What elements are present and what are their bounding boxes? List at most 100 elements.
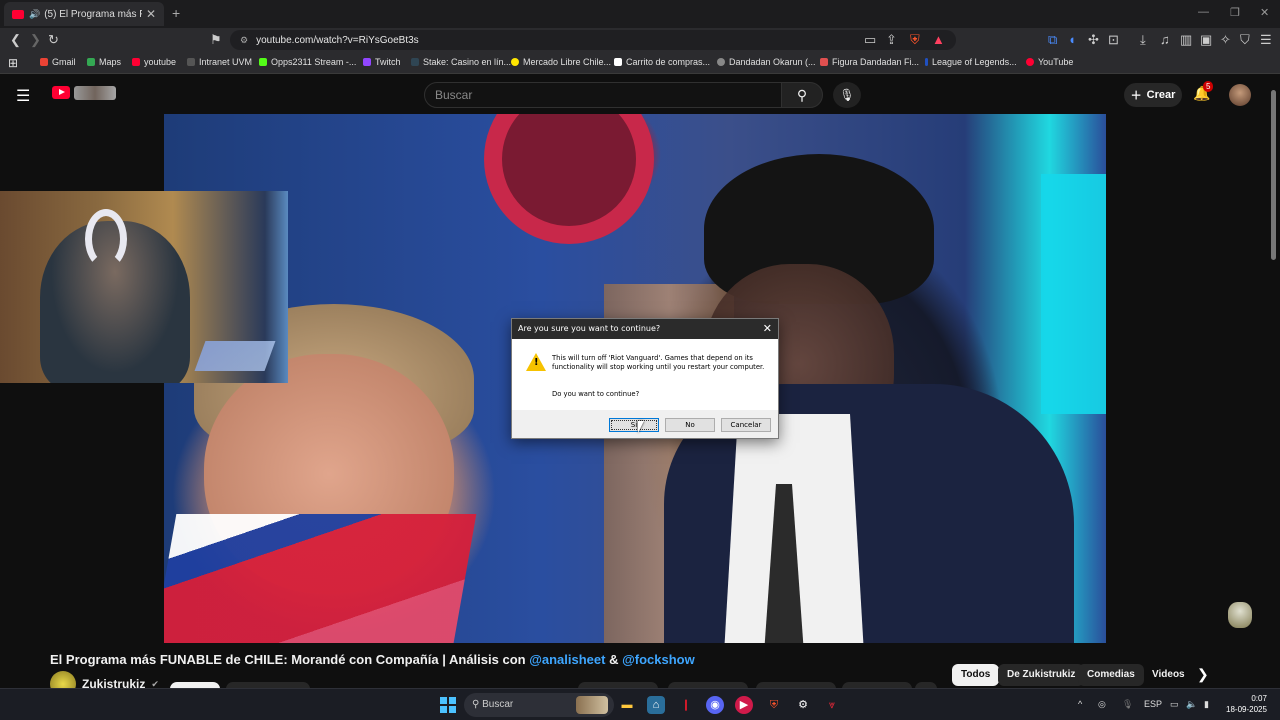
- speaker-icon[interactable]: 🔊: [29, 9, 40, 20]
- taskbar-search[interactable]: ⚲ Buscar: [464, 693, 614, 717]
- doodle-logo-art[interactable]: [74, 86, 116, 100]
- bookmark-youtube-2[interactable]: YouTube: [1026, 57, 1073, 67]
- youtube-header: ☰ Buscar ⚲ 🎙 ＋ Crear 🔔 5: [0, 75, 1280, 115]
- page-scrollbar[interactable]: [1271, 90, 1276, 260]
- dialog-question: Do you want to continue?: [552, 390, 640, 398]
- mention-link-analisheet[interactable]: @analisheet: [529, 652, 605, 667]
- sidebar-icon[interactable]: ▥: [1180, 32, 1192, 48]
- bookmark-mercadolibre[interactable]: Mercado Libre Chile...: [511, 57, 611, 67]
- brave-icon[interactable]: ⛨: [765, 696, 783, 714]
- brave-shield-icon[interactable]: ⛨: [910, 32, 920, 48]
- bookmark-youtube[interactable]: youtube: [132, 57, 176, 67]
- search-input[interactable]: Buscar: [424, 82, 782, 108]
- tray-overflow-icon[interactable]: ^: [1078, 699, 1082, 709]
- translate-icon[interactable]: ⧉: [1048, 32, 1057, 48]
- wallet-icon[interactable]: ▣: [1200, 32, 1212, 48]
- close-tab-icon[interactable]: ✕: [146, 7, 156, 21]
- search-icon[interactable]: ⚲: [781, 82, 823, 108]
- video-frame-sign: [484, 114, 654, 244]
- store-icon[interactable]: ⌂: [647, 696, 665, 714]
- discord-icon[interactable]: ◉: [706, 696, 724, 714]
- bookmark-twitch[interactable]: Twitch: [363, 57, 401, 67]
- chevron-right-icon[interactable]: ❯: [1197, 666, 1209, 683]
- video-title-amp: &: [605, 652, 623, 667]
- guide-menu-icon[interactable]: ☰: [16, 86, 30, 106]
- clock[interactable]: 0:07 18-09-2025: [1226, 693, 1267, 715]
- bookmark-icon[interactable]: ⚑: [210, 32, 222, 48]
- network-icon[interactable]: ▭: [1170, 699, 1179, 710]
- app-red-icon[interactable]: ❙: [677, 696, 695, 714]
- settings-icon[interactable]: ⚙: [794, 696, 812, 714]
- bookmark-dandadan[interactable]: Dandadan Okarun (...: [717, 57, 816, 67]
- back-icon[interactable]: ❮: [10, 32, 21, 48]
- address-bar[interactable]: ⚙ youtube.com/watch?v=RiYsGoeBt3s: [230, 30, 956, 50]
- forward-icon[interactable]: ❯: [30, 32, 41, 48]
- avatar[interactable]: [1229, 84, 1251, 106]
- chip-videos[interactable]: Videos: [1143, 664, 1194, 686]
- riot-vanguard-icon[interactable]: ⩔: [823, 696, 841, 714]
- video-title-text: El Programa más FUNABLE de CHILE: Morand…: [50, 652, 530, 667]
- vpn-icon[interactable]: ⛉: [1240, 32, 1250, 48]
- media-player-icon[interactable]: ▶: [735, 696, 753, 714]
- mention-link-fockshow[interactable]: @fockshow: [622, 652, 695, 667]
- emote-sticker: [1228, 602, 1252, 628]
- media-icon[interactable]: ♫: [1160, 32, 1170, 48]
- dialog-message: This will turn off 'Riot Vanguard'. Game…: [552, 354, 765, 371]
- leo-ai-icon[interactable]: ✧: [1220, 32, 1231, 48]
- brave-rewards-icon[interactable]: ▲: [932, 32, 945, 48]
- tray-app-icon[interactable]: ◎: [1098, 699, 1106, 710]
- windows-taskbar: ⚲ Buscar ▬ ⌂ ❙ ◉ ▶ ⛨ ⚙ ⩔ ^ ◎ 🎙 ESP ▭ 🔈 ▮…: [0, 688, 1280, 720]
- search-highlight-image: [576, 696, 608, 714]
- mic-muted-icon[interactable]: 🎙: [1122, 699, 1133, 710]
- chip-de-zukistrukiz[interactable]: De Zukistrukiz: [998, 664, 1085, 686]
- maximize-icon[interactable]: ❐: [1230, 6, 1240, 19]
- tab-title: (5) El Programa más FUNABLE: [44, 8, 142, 20]
- close-window-icon[interactable]: ✕: [1260, 6, 1269, 19]
- bookmark-gmail[interactable]: Gmail: [40, 57, 76, 67]
- language-indicator[interactable]: ESP: [1144, 699, 1162, 709]
- clock-time: 0:07: [1251, 694, 1267, 703]
- chip-comedias[interactable]: Comedias: [1078, 664, 1144, 686]
- dialog-title: Are you sure you want to continue?: [512, 319, 778, 339]
- tab-strip: 🔊 (5) El Programa más FUNABLE ✕ + — ❐ ✕: [0, 0, 1280, 28]
- share-icon[interactable]: ⇪: [886, 32, 897, 48]
- reload-icon[interactable]: ↻: [48, 32, 59, 48]
- start-icon[interactable]: [440, 697, 456, 713]
- menu-icon[interactable]: ☰: [1260, 32, 1272, 48]
- chip-todos[interactable]: Todos: [952, 664, 1000, 686]
- youtube-logo[interactable]: [52, 86, 70, 99]
- bookmark-figura[interactable]: Figura Dandadan Fi...: [820, 57, 919, 67]
- battery-icon[interactable]: ▮: [1204, 699, 1209, 710]
- file-explorer-icon[interactable]: ▬: [618, 696, 636, 714]
- bookmark-lol[interactable]: League of Legends...: [925, 57, 1017, 67]
- cast-icon[interactable]: ▭: [864, 32, 876, 48]
- apps-grid-icon[interactable]: ⊞: [8, 56, 18, 70]
- new-tab-button[interactable]: +: [172, 5, 180, 21]
- no-button[interactable]: No: [665, 418, 715, 432]
- voice-search-icon[interactable]: 🎙: [833, 82, 861, 108]
- screenshot-icon[interactable]: ⊡: [1108, 32, 1119, 48]
- dialog-close-icon[interactable]: ✕: [763, 319, 772, 339]
- notification-count-badge: 5: [1203, 81, 1214, 92]
- keyboard-shape: [194, 341, 276, 371]
- extensions-icon[interactable]: ✣: [1088, 32, 1099, 48]
- download-icon[interactable]: ⤓: [1140, 32, 1146, 48]
- bookmark-stake[interactable]: Stake: Casino en lín...: [411, 57, 511, 67]
- minimize-icon[interactable]: —: [1198, 6, 1209, 18]
- search-icon: ⚲: [472, 699, 483, 710]
- video-title: El Programa más FUNABLE de CHILE: Morand…: [50, 652, 695, 667]
- browser-toolbar: ❮ ❯ ↻ ⚑ ⚙ youtube.com/watch?v=RiYsGoeBt3…: [0, 28, 1280, 52]
- bookmarks-bar: ⊞ Gmail Maps youtube Intranet UVM Opps23…: [0, 52, 1280, 74]
- bookmark-intranet[interactable]: Intranet UVM: [187, 57, 252, 67]
- bookmark-kick[interactable]: Opps2311 Stream -...: [259, 57, 356, 67]
- bookmark-maps[interactable]: Maps: [87, 57, 121, 67]
- audio-icon[interactable]: ◖: [1068, 32, 1076, 48]
- yes-button[interactable]: Sí: [609, 418, 659, 432]
- browser-tab[interactable]: 🔊 (5) El Programa más FUNABLE ✕: [4, 2, 164, 26]
- bookmark-carrito[interactable]: Carrito de compras...: [614, 57, 710, 67]
- cancel-button[interactable]: Cancelar: [721, 418, 771, 432]
- volume-icon[interactable]: 🔈: [1186, 699, 1197, 710]
- create-button[interactable]: ＋ Crear: [1124, 83, 1182, 107]
- site-info-icon[interactable]: ⚙: [240, 35, 248, 46]
- create-label: Crear: [1146, 89, 1176, 101]
